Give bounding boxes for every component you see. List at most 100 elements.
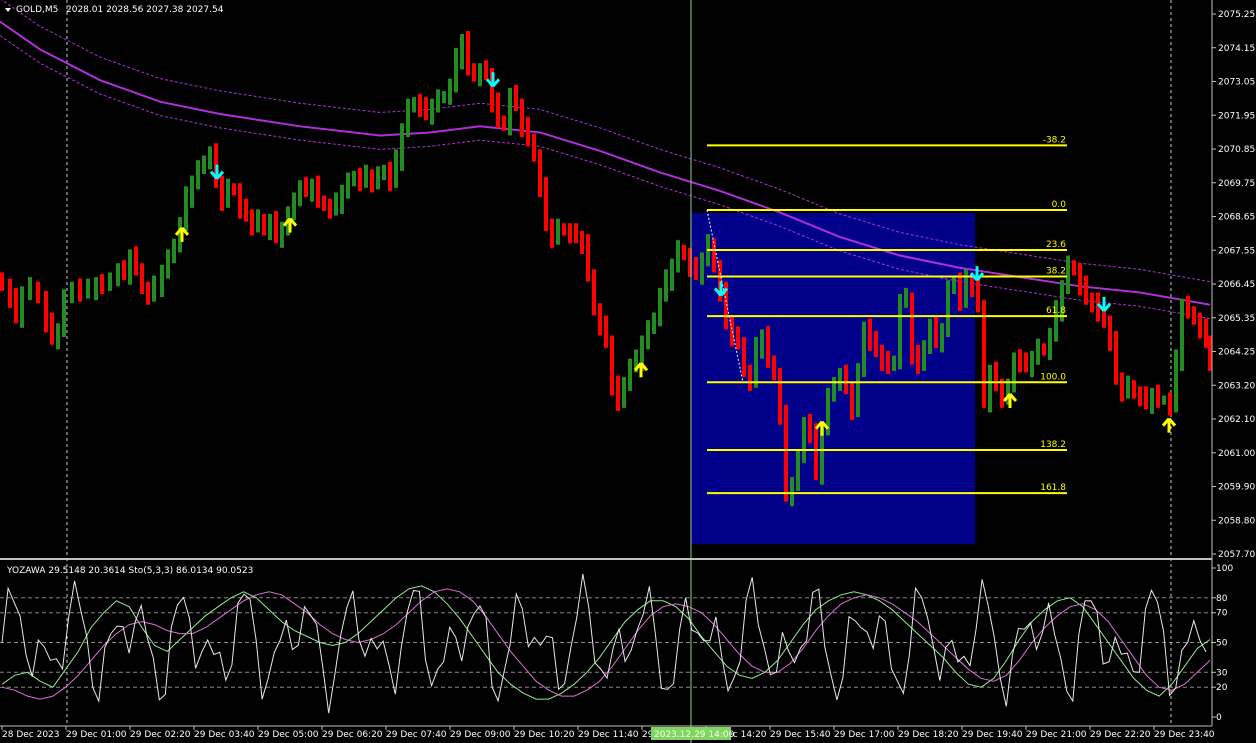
price-bar [364, 164, 368, 188]
price-bar [280, 221, 284, 248]
price-bar [808, 414, 812, 444]
price-bar [146, 281, 150, 305]
price-bar [238, 183, 242, 219]
price-bar [562, 223, 566, 236]
price-bar [592, 269, 596, 316]
price-bar [1180, 298, 1184, 371]
price-bar [1186, 295, 1190, 319]
price-bar [20, 286, 24, 328]
time-tick-label: 29 Dec 07:40 [386, 730, 447, 740]
price-tick-label: 2064.25 [1218, 348, 1255, 358]
price-bar [220, 175, 224, 211]
symbol-timeframe: GOLD,M5 [16, 5, 58, 15]
price-bar [78, 278, 82, 302]
price-bar [268, 214, 272, 241]
price-bar [610, 335, 614, 396]
price-bar [694, 257, 698, 281]
price-bar [1012, 352, 1016, 393]
price-bar [14, 287, 18, 324]
oscillator-tick-label: 0 [1216, 713, 1222, 723]
price-bar [346, 172, 350, 199]
price-bar [580, 230, 584, 254]
price-tick-label: 2062.10 [1218, 415, 1255, 425]
price-bar [712, 238, 716, 273]
price-bar [952, 275, 956, 294]
price-bar [946, 280, 950, 338]
price-bar [1102, 309, 1106, 328]
price-bar [448, 78, 452, 105]
price-bar [376, 166, 380, 190]
price-tick-label: 2073.05 [1218, 78, 1255, 88]
symbol-header: GOLD,M5 2028.01 2028.56 2027.38 2027.54 [5, 5, 224, 15]
price-bar [958, 272, 962, 311]
price-bar [880, 344, 884, 371]
price-bar [514, 84, 518, 111]
price-bar [1150, 387, 1154, 414]
price-bar [1168, 392, 1172, 416]
price-bar [1204, 318, 1208, 348]
price-bar [886, 350, 890, 374]
oscillator-tick-label: 50 [1216, 639, 1228, 649]
price-bar [1174, 349, 1178, 413]
price-bar [50, 312, 54, 345]
price-bar [478, 63, 482, 87]
price-bar [466, 30, 470, 76]
price-bar [1036, 338, 1040, 365]
oscillator-header: YOZAWA 29.5148 20.3614 Sto(5,3,3) 86.013… [6, 566, 253, 576]
price-bar [208, 146, 212, 170]
crosshair-time-badge: 2023.12.29 14:00 [651, 727, 735, 740]
price-bar [1024, 352, 1028, 373]
price-bar [538, 149, 542, 198]
price-bar [1126, 375, 1130, 399]
price-bar [856, 363, 860, 418]
price-bar [172, 238, 176, 264]
price-bar [670, 258, 674, 291]
price-bar [1030, 350, 1034, 378]
price-bar [0, 272, 4, 291]
price-bar [316, 175, 320, 208]
price-bar [56, 323, 60, 350]
price-bar [454, 47, 458, 93]
price-bar [274, 210, 278, 244]
price-bar [160, 264, 164, 298]
price-bar [904, 287, 908, 308]
price-bar [140, 263, 144, 294]
price-bar [1072, 260, 1076, 276]
price-tick-label: 2066.45 [1218, 280, 1255, 290]
time-tick-label: 29 Dec 15:40 [770, 730, 831, 740]
price-bar [412, 97, 416, 113]
price-bar [550, 218, 554, 248]
price-bar [322, 195, 326, 211]
price-bar [700, 252, 704, 285]
oscillator-tick-label: 100 [1216, 564, 1233, 574]
time-tick-label: 29 Dec 10:20 [514, 730, 575, 740]
price-bar [226, 178, 230, 208]
price-bar [544, 177, 548, 231]
price-bar [400, 123, 404, 171]
price-bar [988, 364, 992, 413]
price-bar [484, 60, 488, 81]
price-bar [340, 184, 344, 214]
time-tick-label: 29 Dec 03:40 [194, 730, 255, 740]
ohlc-values: 2028.01 2028.56 2027.38 2027.54 [66, 5, 224, 15]
price-bar [682, 244, 686, 261]
price-bar [256, 209, 260, 233]
price-tick-label: 2057.70 [1218, 550, 1255, 560]
price-bar [122, 260, 126, 281]
fib-level-label: 100.0 [1040, 372, 1066, 382]
oscillator-tick-label: 70 [1216, 609, 1228, 619]
price-bar [964, 269, 968, 308]
price-tick-label: 2063.20 [1218, 381, 1255, 391]
price-bar [862, 321, 866, 378]
price-tick-label: 2058.80 [1218, 516, 1255, 526]
price-bar [1192, 306, 1196, 325]
price-bar [844, 364, 848, 394]
fib-level-label: 0.0 [1052, 200, 1067, 210]
price-bar [196, 160, 200, 190]
time-tick-label: 29 Dec 17:00 [834, 730, 895, 740]
fib-level-label: 161.8 [1040, 483, 1066, 493]
price-bar [36, 281, 40, 304]
fib-level-label: 23.6 [1046, 240, 1066, 250]
price-bar [250, 209, 254, 236]
price-tick-label: 2061.00 [1218, 449, 1255, 459]
